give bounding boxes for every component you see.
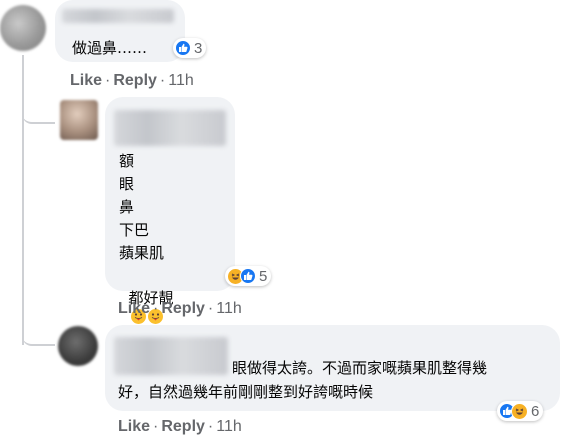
separator: · xyxy=(153,300,159,317)
comment-text-line: 鼻 xyxy=(119,198,135,216)
comment-text-line: 好，自然過幾年前剛剛整到好誇嘅時候 xyxy=(118,383,374,401)
timestamp[interactable]: 11h xyxy=(168,72,194,89)
comment-text-line: 眼 xyxy=(119,175,135,193)
reaction-summary[interactable]: 3 xyxy=(173,38,207,58)
reaction-count: 5 xyxy=(259,267,268,285)
reply-button[interactable]: Reply xyxy=(161,300,205,317)
separator: · xyxy=(207,418,214,435)
separator: · xyxy=(153,418,159,435)
comment-text-line: 做過鼻…… xyxy=(72,39,148,57)
reaction-count: 3 xyxy=(194,39,203,57)
like-button[interactable]: Like xyxy=(118,418,150,435)
comment-actions: Like · Reply · 11h xyxy=(118,300,242,318)
separator: · xyxy=(159,72,166,89)
like-button[interactable]: Like xyxy=(118,300,150,317)
reaction-summary[interactable]: 5 xyxy=(225,266,272,286)
commenter-name-blurred[interactable] xyxy=(114,110,226,146)
reaction-count: 6 xyxy=(531,402,540,420)
reply-connector xyxy=(22,98,55,124)
commenter-name-blurred[interactable] xyxy=(114,337,228,375)
separator: · xyxy=(207,300,214,317)
reply-connector xyxy=(22,320,55,346)
commenter-avatar[interactable] xyxy=(60,100,98,140)
commenter-avatar[interactable] xyxy=(0,5,46,51)
comment-text-line: 下巴 xyxy=(119,221,150,239)
reply-button[interactable]: Reply xyxy=(161,418,205,435)
timestamp[interactable]: 11h xyxy=(216,418,242,435)
comment-text-line: 蘋果肌 xyxy=(119,244,165,262)
comment-text-line: 眼做得太誇。不過而家嘅蘋果肌整得幾 xyxy=(232,359,488,377)
like-thumb-icon xyxy=(240,268,256,284)
haha-face-icon xyxy=(511,402,528,420)
commenter-avatar[interactable] xyxy=(58,326,98,366)
comment-text-line: 額 xyxy=(119,152,135,170)
commenter-name-blurred[interactable] xyxy=(62,9,174,23)
like-button[interactable]: Like xyxy=(70,72,102,89)
reply-button[interactable]: Reply xyxy=(113,72,157,89)
like-thumb-icon xyxy=(175,40,191,56)
comment-actions: Like · Reply · 11h xyxy=(118,418,242,436)
timestamp[interactable]: 11h xyxy=(216,300,242,317)
comment-actions: Like · Reply · 11h xyxy=(70,72,194,90)
reaction-summary[interactable]: 6 xyxy=(497,401,544,421)
separator: · xyxy=(105,72,111,89)
